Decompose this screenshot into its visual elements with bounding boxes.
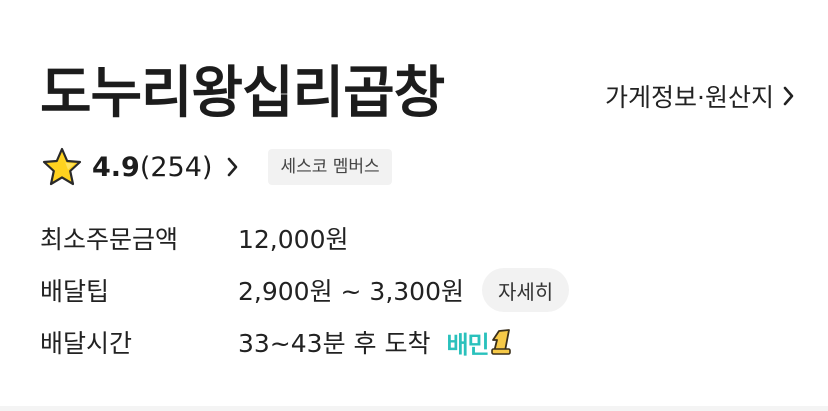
delivery-time-value: 33~43분 후 도착 (238, 329, 431, 358)
delivery-time-label: 배달시간 (40, 329, 133, 358)
rating-row: 4.9 (254) 세스코 멤버스 (42, 145, 392, 189)
min-order-label: 최소주문금액 (40, 225, 179, 254)
min-order-value: 12,000원 (238, 225, 349, 254)
store-info-link-label: 가게정보·원산지 (605, 83, 774, 112)
rating-score: 4.9 (92, 151, 140, 183)
baemin-one-badge: 배민 (446, 325, 513, 360)
min-order-row: 최소주문금액 12,000원 (40, 216, 348, 260)
reviews-chevron-icon[interactable] (226, 156, 240, 178)
section-divider (0, 406, 828, 411)
delivery-tip-value: 2,900원 ~ 3,300원 (238, 277, 464, 306)
delivery-time-row: 배달시간 33~43분 후 도착 배민 (40, 320, 514, 364)
membership-badge: 세스코 멤버스 (268, 149, 392, 185)
store-info-origin-link[interactable]: 가게정보·원산지 (605, 78, 796, 114)
delivery-tip-label: 배달팁 (40, 277, 110, 306)
review-count: (254) (139, 151, 213, 183)
star-icon (42, 147, 82, 186)
baemin-logo-text: 배민 (446, 330, 489, 359)
tip-detail-button[interactable]: 자세히 (481, 268, 570, 312)
delivery-tip-row: 배달팁 2,900원 ~ 3,300원 자세히 (40, 268, 570, 312)
chevron-right-icon (783, 86, 794, 106)
store-name: 도누리왕십리곱창 (40, 61, 445, 126)
baemin-one-logo-icon (490, 329, 511, 355)
